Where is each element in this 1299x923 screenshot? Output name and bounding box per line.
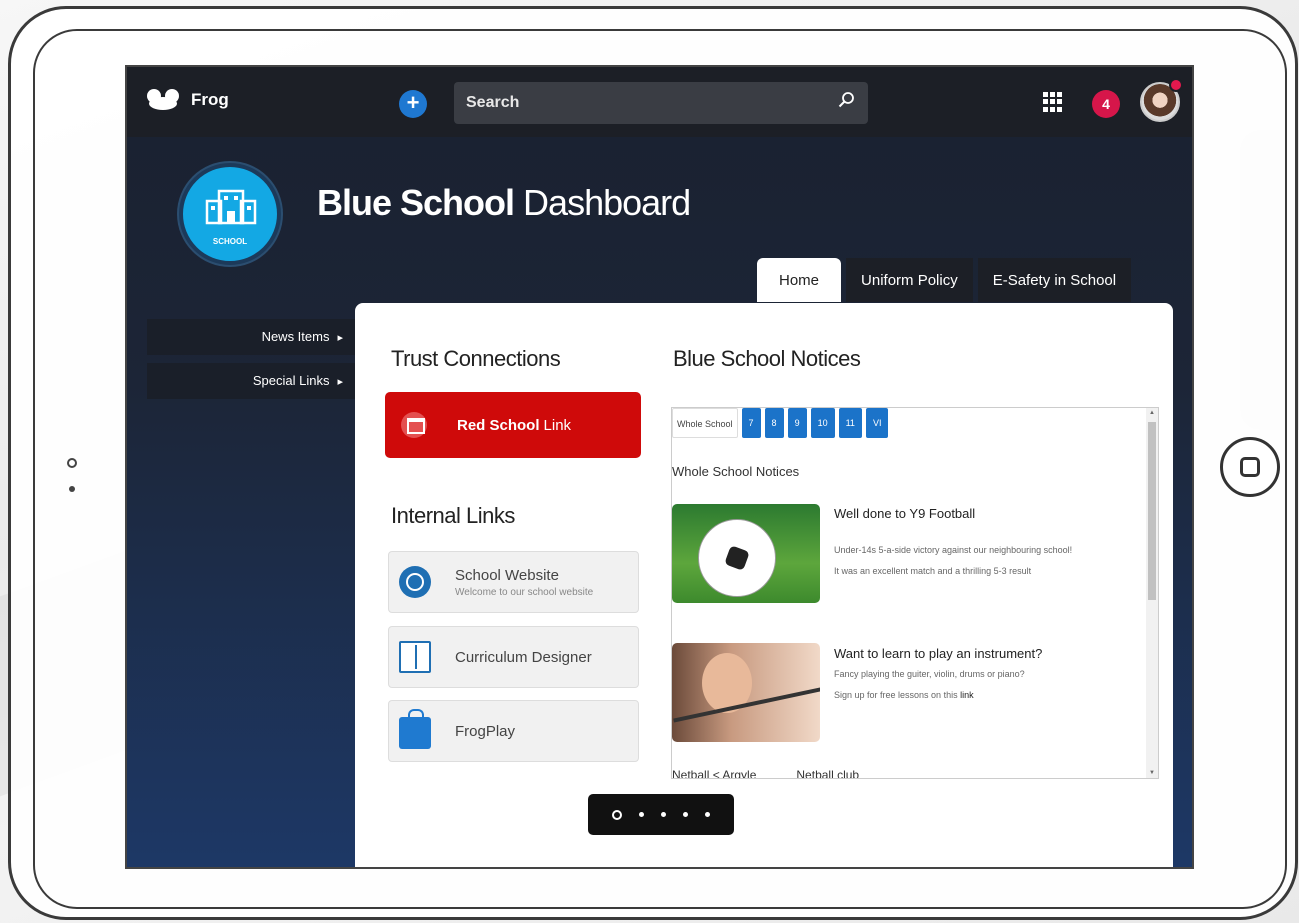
tablet-home-button[interactable] [1220, 437, 1280, 497]
search-input[interactable]: Search [454, 82, 868, 124]
school-website-link[interactable]: School Website Welcome to our school web… [388, 551, 639, 613]
red-school-link-button[interactable]: Red School Link [385, 392, 641, 458]
signup-link[interactable]: link [960, 690, 974, 700]
notice-text: Under-14s 5-a-side victory against our n… [834, 540, 1072, 582]
school-badge-label: SCHOOL [212, 237, 248, 246]
scroll-up-icon[interactable]: ▲ [1149, 410, 1155, 416]
apps-grid-icon[interactable] [1043, 92, 1063, 112]
notice-tab-10[interactable]: 10 [810, 408, 835, 438]
page-dot[interactable] [661, 812, 666, 817]
brand-name: Frog [191, 90, 229, 109]
side-nav: News Items ▸ Special Links ▸ [147, 319, 357, 407]
search-placeholder: Search [466, 94, 520, 111]
tab-e-safety[interactable]: E-Safety in School [977, 258, 1132, 302]
sensor-dot [69, 486, 75, 492]
notice-line: Sign up for free lessons on this [834, 690, 958, 700]
notice-line: It was an excellent match and a thrillin… [834, 566, 1032, 576]
scroll-thumb[interactable] [1148, 422, 1156, 600]
notice-line: Under-14s 5-a-side victory against our n… [834, 545, 1073, 555]
sidebar-item-label: Special Links [252, 373, 330, 388]
sidebar-item-news-items[interactable]: News Items ▸ [147, 319, 357, 355]
notice-tab-7[interactable]: 7 [741, 408, 761, 438]
violin-image [672, 643, 820, 742]
notice-line: Fancy playing the guiter, violin, drums … [834, 669, 1025, 679]
notice-title: Well done to Y9 Football [834, 506, 976, 521]
tab-home[interactable]: Home [757, 258, 842, 302]
brand[interactable]: Frog [145, 89, 229, 111]
page-indicator [588, 794, 734, 835]
notice-tab-whole-school[interactable]: Whole School [672, 408, 738, 438]
chevron-right-icon: ▸ [337, 376, 343, 388]
home-square-icon [1240, 457, 1260, 477]
notice-tab-11[interactable]: 11 [838, 408, 862, 438]
notice-text: Fancy playing the guiter, violin, drums … [834, 664, 1025, 706]
school-icon [401, 412, 427, 438]
sidebar-item-label: News Items [261, 329, 330, 344]
internal-links-heading: Internal Links [391, 503, 515, 528]
page-title-rest: Dashboard [523, 182, 691, 223]
page-dot[interactable] [683, 812, 688, 817]
school-logo: SCHOOL [179, 163, 281, 265]
page-dot[interactable] [639, 812, 644, 817]
page-dot[interactable] [705, 812, 710, 817]
bell-icon [1169, 78, 1183, 92]
app-screen: Frog + Search 4 SCHOOL Blue School Dashb… [125, 65, 1194, 869]
broken-image-alt: Netball < Argyle [672, 768, 757, 779]
notice-tab-8[interactable]: 8 [764, 408, 784, 438]
trust-connections-heading: Trust Connections [391, 346, 561, 371]
frog-logo-icon [145, 89, 181, 111]
notices-heading: Blue School Notices [673, 346, 861, 371]
globe-icon [399, 566, 431, 598]
notice-title: Netball club [796, 768, 860, 779]
frogplay-icon [399, 709, 431, 749]
search-icon[interactable] [838, 92, 854, 108]
sidebar-item-special-links[interactable]: Special Links ▸ [147, 363, 357, 399]
chevron-right-icon: ▸ [337, 332, 343, 344]
notices-scrollbar[interactable]: ▲ ▼ [1146, 408, 1158, 778]
frogplay-link[interactable]: FrogPlay [388, 700, 639, 762]
link-title: School Website [455, 566, 559, 584]
scroll-down-icon[interactable]: ▼ [1149, 770, 1155, 776]
school-building-icon [205, 189, 257, 225]
notice-tab-9[interactable]: 9 [787, 408, 807, 438]
notices-frame: Whole School 7 8 9 10 11 VI Whole School… [671, 407, 1159, 779]
notice-tabs: Whole School 7 8 9 10 11 VI [672, 408, 889, 438]
top-bar: Frog + Search 4 [127, 67, 1192, 137]
curriculum-designer-link[interactable]: Curriculum Designer [388, 626, 639, 688]
notification-badge[interactable]: 4 [1092, 90, 1120, 118]
page-title: Blue School Dashboard [317, 182, 691, 224]
notice-title: Want to learn to play an instrument? [834, 646, 1043, 661]
add-button[interactable]: + [399, 90, 427, 118]
football-image [672, 504, 820, 603]
page-title-bold: Blue School [317, 182, 515, 223]
page-dot[interactable] [612, 809, 622, 820]
book-icon [399, 641, 431, 673]
partial-notice: Netball < Argyle Netball club [672, 768, 860, 779]
link-title: Curriculum Designer [455, 648, 592, 666]
content-panel: Trust Connections Red School Link Intern… [355, 303, 1173, 867]
notice-tab-vi[interactable]: VI [865, 408, 889, 438]
link-subtitle: Welcome to our school website [455, 586, 594, 598]
red-link-rest: Link [543, 416, 572, 434]
link-title: FrogPlay [455, 722, 516, 740]
tab-uniform-policy[interactable]: Uniform Policy [846, 258, 973, 302]
notices-section-title: Whole School Notices [672, 464, 800, 479]
tab-bar: Home Uniform Policy E-Safety in School [757, 258, 1132, 302]
camera-icon [67, 458, 77, 468]
red-link-bold: Red School [457, 416, 540, 434]
